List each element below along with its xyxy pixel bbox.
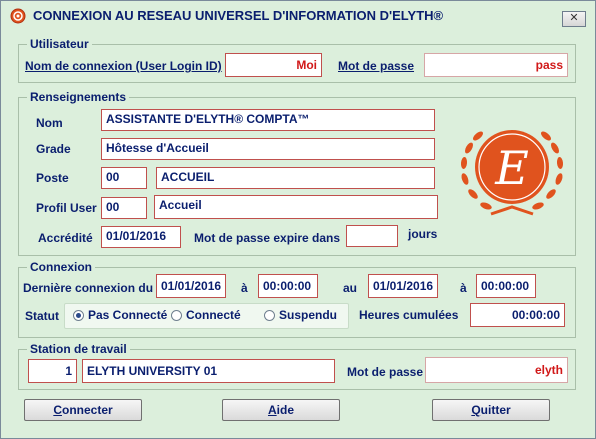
station-password-label: Mot de passe — [347, 365, 424, 379]
grade-field[interactable]: Hôtesse d'Accueil — [101, 138, 435, 160]
a-label-2: à — [460, 281, 467, 295]
profil-code-field[interactable]: 00 — [101, 197, 147, 219]
station-number-field[interactable]: 1 — [28, 359, 77, 383]
aide-label: ide — [276, 403, 294, 417]
heures-cumulees-field[interactable]: 00:00:00 — [470, 303, 565, 327]
poste-code-field[interactable]: 00 — [101, 167, 147, 189]
radio-selected-icon — [73, 309, 84, 321]
connecter-label: onnecter — [61, 403, 113, 417]
radio-suspendu-label: Suspendu — [279, 308, 338, 322]
quitter-label: uitter — [480, 403, 511, 417]
heures-cumulees-label: Heures cumulées — [359, 308, 459, 322]
date-to-field[interactable]: 01/01/2016 — [368, 274, 438, 298]
connexion-legend: Connexion — [30, 260, 92, 274]
expire-days-field[interactable] — [346, 225, 398, 247]
aide-button[interactable]: Aide — [222, 399, 340, 421]
statut-label: Statut — [25, 309, 59, 323]
elyth-laurel-logo: E — [460, 130, 564, 216]
expire-label: Mot de passe expire dans — [194, 231, 341, 245]
app-logo-icon — [10, 8, 26, 24]
connecter-button[interactable]: Connecter — [24, 399, 142, 421]
user-password-label: Mot de passe — [338, 59, 415, 73]
radio-connecte-label: Connecté — [186, 308, 241, 322]
radio-unselected-icon — [171, 309, 182, 321]
radio-pas-connecte[interactable]: Pas Connecté — [73, 308, 167, 322]
date-from-field[interactable]: 01/01/2016 — [156, 274, 226, 298]
logo-letter: E — [494, 141, 529, 195]
close-button[interactable]: ✕ — [562, 11, 586, 27]
login-id-label: Nom de connexion (User Login ID) — [25, 59, 222, 73]
utilisateur-legend: Utilisateur — [30, 37, 89, 51]
derniere-connexion-label: Dernière connexion du — [23, 281, 154, 295]
user-password-input[interactable]: pass — [424, 53, 568, 77]
login-id-input[interactable]: Moi — [225, 53, 322, 77]
a-label-1: à — [241, 281, 248, 295]
radio-unselected-icon — [264, 309, 275, 321]
quitter-mnemonic: Q — [471, 403, 481, 417]
time-to-field[interactable]: 00:00:00 — [476, 274, 536, 298]
accredite-field[interactable]: 01/01/2016 — [101, 226, 181, 248]
nom-label: Nom — [36, 116, 63, 130]
poste-field[interactable]: ACCUEIL — [156, 167, 435, 189]
title-bar: CONNEXION AU RESEAU UNIVERSEL D'INFORMAT… — [1, 1, 595, 29]
quitter-button[interactable]: Quitter — [432, 399, 550, 421]
nom-field[interactable]: ASSISTANTE D'ELYTH® COMPTA™ — [101, 109, 435, 131]
radio-pas-connecte-label: Pas Connecté — [88, 308, 168, 322]
time-from-field[interactable]: 00:00:00 — [258, 274, 318, 298]
profil-user-label: Profil User — [36, 201, 97, 215]
login-dialog: CONNEXION AU RESEAU UNIVERSEL D'INFORMAT… — [0, 0, 596, 439]
accredite-label: Accrédité — [38, 231, 93, 245]
radio-connecte[interactable]: Connecté — [171, 308, 241, 322]
jours-label: jours — [408, 227, 438, 241]
profil-user-field[interactable]: Accueil — [154, 195, 438, 219]
connecter-mnemonic: C — [53, 403, 62, 417]
station-legend: Station de travail — [30, 342, 127, 356]
aide-mnemonic: A — [267, 403, 277, 417]
station-name-field[interactable]: ELYTH UNIVERSITY 01 — [82, 359, 335, 383]
statut-radio-group: Pas Connecté Connecté Suspendu — [64, 303, 349, 329]
renseignements-legend: Renseignements — [30, 90, 127, 104]
window-title: CONNEXION AU RESEAU UNIVERSEL D'INFORMAT… — [33, 8, 444, 23]
au-label: au — [343, 281, 358, 295]
poste-label: Poste — [36, 171, 69, 185]
grade-label: Grade — [36, 142, 71, 156]
station-password-input[interactable]: elyth — [425, 357, 568, 383]
radio-suspendu[interactable]: Suspendu — [264, 308, 337, 322]
